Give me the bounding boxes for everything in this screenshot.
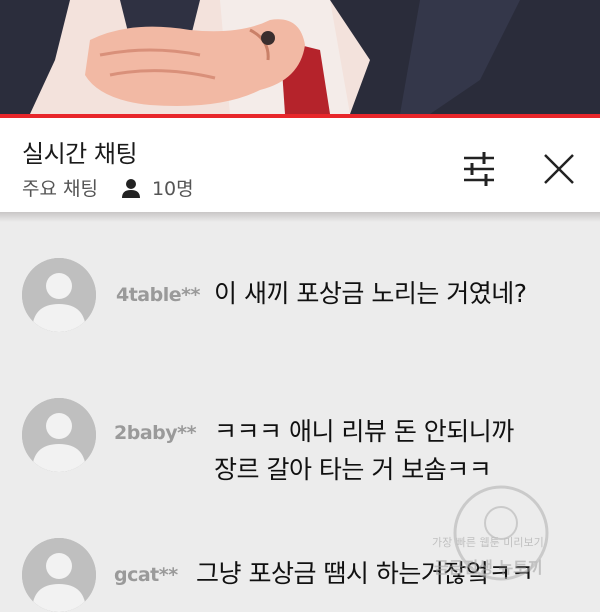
- watermark-tagline: 가장 빠른 웹툰 미리보기: [432, 536, 544, 549]
- live-chat-header: 실시간 채팅 주요 채팅 10명: [0, 118, 600, 214]
- chat-mode-label: 주요 채팅: [22, 178, 98, 200]
- comic-artwork-strip: [0, 0, 600, 114]
- chat-filter-row[interactable]: 주요 채팅 10명: [22, 174, 194, 201]
- comic-artwork: [0, 0, 600, 114]
- chat-title: 실시간 채팅: [22, 140, 138, 168]
- sliders-icon[interactable]: [456, 146, 502, 192]
- default-avatar-icon: [22, 258, 96, 332]
- site-watermark: 가장 빠른 웹툰 미리보기 금금전생 뉴토끼: [420, 478, 600, 600]
- default-avatar-icon: [22, 538, 96, 612]
- message-author: 2baby**: [114, 422, 197, 444]
- avatar: [22, 398, 96, 472]
- close-icon[interactable]: [536, 146, 582, 192]
- person-icon: [121, 178, 140, 198]
- watermark-site-name: 금금전생 뉴토끼: [434, 558, 543, 577]
- message-text: ㅋㅋㅋ 애니 리뷰 돈 안되니까: [214, 417, 514, 446]
- avatar: [22, 538, 96, 612]
- message-author: gcat**: [114, 564, 178, 586]
- message-text: 이 새끼 포상금 노리는 거였네?: [214, 279, 527, 308]
- header-shadow: [0, 212, 600, 222]
- avatar: [22, 258, 96, 332]
- default-avatar-icon: [22, 398, 96, 472]
- participant-count: 10명: [151, 178, 194, 200]
- message-author: 4table**: [116, 284, 201, 306]
